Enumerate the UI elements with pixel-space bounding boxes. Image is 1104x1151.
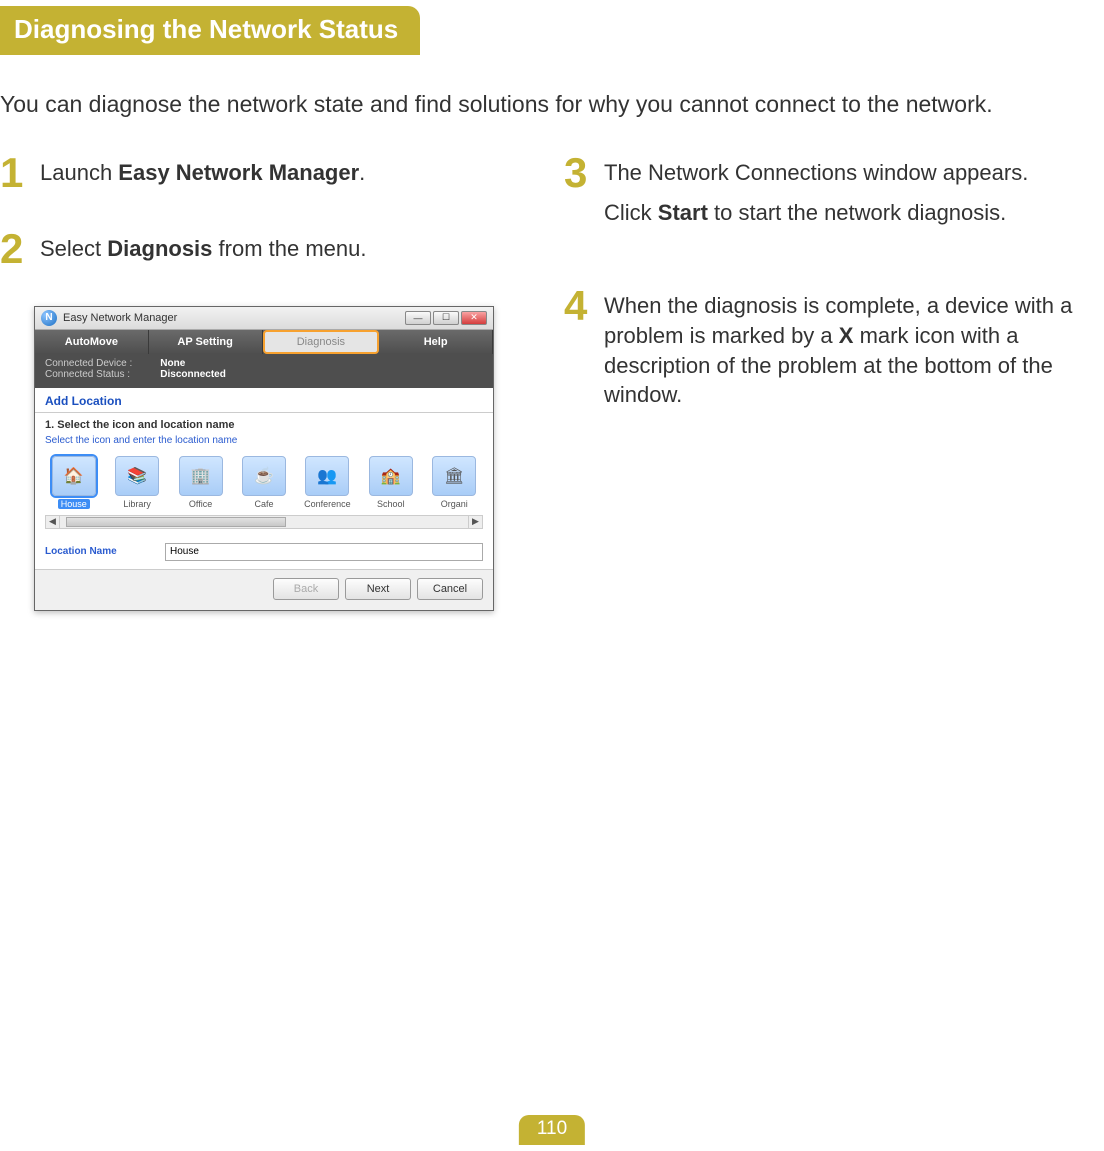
- text-bold: Diagnosis: [107, 236, 212, 261]
- location-name-input[interactable]: [165, 543, 483, 561]
- library-icon: 📚: [115, 456, 159, 496]
- step-text: When the diagnosis is complete, a device…: [604, 287, 1104, 410]
- maximize-button[interactable]: ☐: [433, 311, 459, 325]
- text: Click: [604, 200, 658, 225]
- scrollbar-thumb[interactable]: [66, 517, 286, 527]
- step-text: Select Diagnosis from the menu.: [40, 230, 366, 264]
- text-bold: X: [839, 323, 854, 348]
- step-3: 3 The Network Connections window appears…: [564, 154, 1104, 227]
- house-icon: 🏠: [52, 456, 96, 496]
- location-item-cafe[interactable]: ☕ Cafe: [235, 456, 292, 509]
- wizard-step-title: 1. Select the icon and location name Sel…: [35, 413, 493, 446]
- step-number: 1: [0, 154, 30, 192]
- location-item-house[interactable]: 🏠 House: [45, 456, 102, 509]
- office-icon: 🏢: [179, 456, 223, 496]
- location-item-office[interactable]: 🏢 Office: [172, 456, 229, 509]
- location-item-school[interactable]: 🏫 School: [362, 456, 419, 509]
- titlebar: N Easy Network Manager — ☐ ✕: [35, 307, 493, 330]
- status-status-value: Disconnected: [160, 369, 226, 380]
- wizard-button-row: Back Next Cancel: [35, 569, 493, 610]
- step-text: Launch Easy Network Manager.: [40, 154, 365, 188]
- app-icon: N: [41, 310, 57, 326]
- organization-icon: 🏛: [432, 456, 476, 496]
- location-item-library[interactable]: 📚 Library: [108, 456, 165, 509]
- tab-apsetting[interactable]: AP Setting: [149, 330, 263, 354]
- steps-columns: 1 Launch Easy Network Manager. 2 Select …: [0, 154, 1104, 611]
- location-label: Office: [189, 499, 212, 509]
- location-label: Organi: [441, 499, 468, 509]
- school-icon: 🏫: [369, 456, 413, 496]
- status-device-label: Connected Device :: [45, 358, 132, 369]
- step-text: The Network Connections window appears. …: [604, 154, 1028, 227]
- wizard-title: 1. Select the icon and location name: [45, 419, 235, 431]
- text: .: [359, 160, 365, 185]
- tab-automove[interactable]: AutoMove: [35, 330, 149, 354]
- step-1: 1 Launch Easy Network Manager.: [0, 154, 540, 192]
- location-item-organi[interactable]: 🏛 Organi: [426, 456, 483, 509]
- window-title: Easy Network Manager: [63, 312, 405, 324]
- next-button[interactable]: Next: [345, 578, 411, 600]
- horizontal-scrollbar[interactable]: ◀ ▶: [45, 515, 483, 529]
- cancel-button[interactable]: Cancel: [417, 578, 483, 600]
- location-label: Library: [123, 499, 151, 509]
- text: to start the network diagnosis.: [708, 200, 1006, 225]
- step-number: 2: [0, 230, 30, 268]
- text-bold: Easy Network Manager: [118, 160, 359, 185]
- status-device-value: None: [160, 358, 226, 369]
- window-controls: — ☐ ✕: [405, 311, 487, 325]
- close-button[interactable]: ✕: [461, 311, 487, 325]
- text: Select: [40, 236, 107, 261]
- add-location-header: Add Location: [35, 388, 493, 413]
- scroll-left-arrow[interactable]: ◀: [46, 516, 60, 528]
- tab-diagnosis[interactable]: Diagnosis: [263, 330, 380, 354]
- text: from the menu.: [212, 236, 366, 261]
- step-number: 4: [564, 287, 594, 325]
- location-label: School: [377, 499, 405, 509]
- location-name-label: Location Name: [45, 546, 165, 557]
- tab-bar: AutoMove AP Setting Diagnosis Help: [35, 330, 493, 354]
- left-column: 1 Launch Easy Network Manager. 2 Select …: [0, 154, 540, 611]
- location-name-row: Location Name: [35, 529, 493, 569]
- status-status-label: Connected Status :: [45, 369, 130, 380]
- scroll-right-arrow[interactable]: ▶: [468, 516, 482, 528]
- text-bold: Start: [658, 200, 708, 225]
- status-row: Connected Device : Connected Status : No…: [35, 354, 493, 388]
- location-label: House: [58, 499, 90, 509]
- wizard-subtitle: Select the icon and enter the location n…: [45, 435, 483, 446]
- page-number: 110: [519, 1115, 585, 1145]
- tab-help[interactable]: Help: [379, 330, 493, 354]
- text: The Network Connections window appears.: [604, 158, 1028, 188]
- text: Launch: [40, 160, 118, 185]
- intro-text: You can diagnose the network state and f…: [0, 89, 1098, 120]
- minimize-button[interactable]: —: [405, 311, 431, 325]
- location-item-conference[interactable]: 👥 Conference: [299, 456, 356, 509]
- step-2: 2 Select Diagnosis from the menu.: [0, 230, 540, 268]
- back-button[interactable]: Back: [273, 578, 339, 600]
- step-4: 4 When the diagnosis is complete, a devi…: [564, 287, 1104, 410]
- section-heading: Diagnosing the Network Status: [0, 6, 420, 55]
- app-window: N Easy Network Manager — ☐ ✕ AutoMove AP…: [34, 306, 494, 611]
- location-label: Cafe: [254, 499, 273, 509]
- right-column: 3 The Network Connections window appears…: [564, 154, 1104, 611]
- location-label: Conference: [304, 499, 351, 509]
- location-icon-row: 🏠 House 📚 Library 🏢 Office ☕ Cafe 👥 Conferenc…: [35, 446, 493, 513]
- step-number: 3: [564, 154, 594, 192]
- conference-icon: 👥: [305, 456, 349, 496]
- cafe-icon: ☕: [242, 456, 286, 496]
